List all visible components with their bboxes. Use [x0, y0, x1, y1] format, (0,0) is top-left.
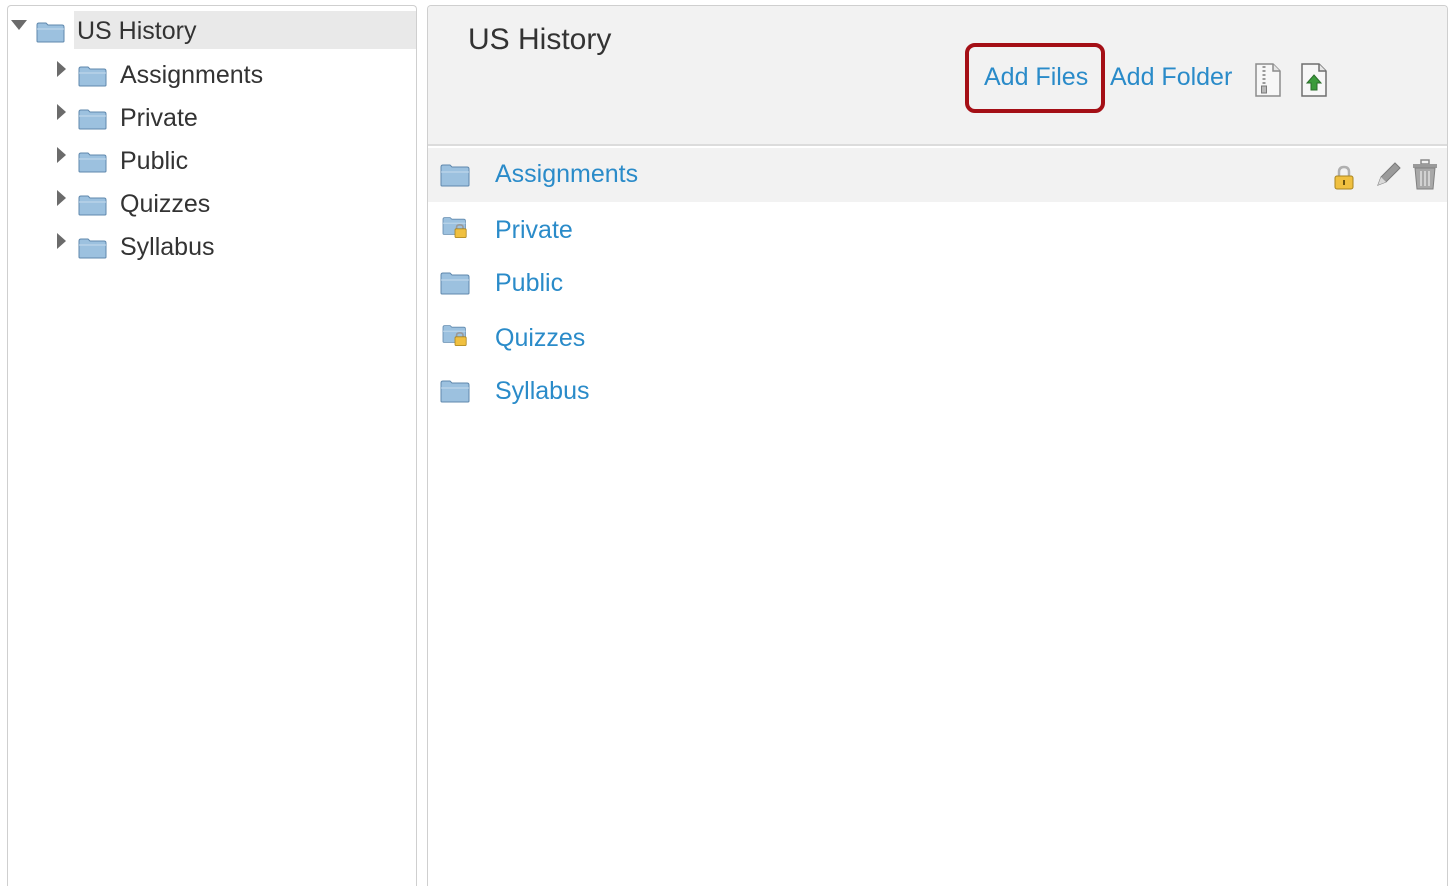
folder-content-panel: US History Add Files Add Folder Assignme… — [427, 5, 1448, 886]
list-item-label[interactable]: Syllabus — [495, 376, 590, 406]
tree-label-assignments: Assignments — [120, 61, 264, 89]
lock-icon[interactable] — [1333, 165, 1355, 191]
tree-node-assignments[interactable]: Assignments — [8, 56, 416, 94]
content-header: US History Add Files Add Folder — [428, 6, 1447, 146]
tree-label-quizzes: Quizzes — [120, 190, 211, 218]
folder-icon — [36, 22, 65, 43]
list-item-quizzes[interactable]: Quizzes — [428, 310, 1447, 364]
page-title: US History — [468, 23, 612, 56]
folder-icon — [78, 109, 107, 130]
folder-icon — [78, 66, 107, 87]
expand-arrow-right-icon[interactable] — [57, 190, 66, 206]
folder-icon — [440, 272, 470, 295]
list-item-label[interactable]: Assignments — [495, 159, 638, 189]
list-item-public[interactable]: Public — [428, 256, 1447, 310]
folder-icon — [440, 164, 470, 187]
tree-label-private: Private — [120, 104, 198, 132]
tree-node-syllabus[interactable]: Syllabus — [8, 228, 416, 266]
tree-node-quizzes[interactable]: Quizzes — [8, 185, 416, 223]
list-item-assignments[interactable]: Assignments — [428, 148, 1447, 202]
tree-node-private[interactable]: Private — [8, 99, 416, 137]
expand-arrow-right-icon[interactable] — [57, 147, 66, 163]
tree-label-public: Public — [120, 147, 189, 175]
list-item-label[interactable]: Public — [495, 268, 563, 298]
expand-arrow-right-icon[interactable] — [57, 104, 66, 120]
folder-icon — [78, 195, 107, 216]
list-item-label[interactable]: Private — [495, 215, 573, 245]
tree-label-us-history: US History — [77, 17, 197, 45]
add-folder-button[interactable]: Add Folder — [1110, 62, 1232, 92]
tree-node-us-history[interactable]: US History — [8, 6, 416, 52]
expand-arrow-right-icon[interactable] — [57, 61, 66, 77]
folder-icon — [78, 152, 107, 173]
expand-arrow-down-icon[interactable] — [11, 20, 27, 30]
add-files-button[interactable]: Add Files — [984, 62, 1088, 92]
tree-label-syllabus: Syllabus — [120, 233, 215, 261]
trash-icon[interactable] — [1411, 159, 1439, 191]
locked-folder-icon — [442, 217, 467, 238]
list-item-syllabus[interactable]: Syllabus — [428, 364, 1447, 418]
tree-node-public[interactable]: Public — [8, 142, 416, 180]
expand-arrow-right-icon[interactable] — [57, 233, 66, 249]
list-item-label[interactable]: Quizzes — [495, 323, 585, 353]
locked-folder-icon — [442, 325, 467, 346]
folder-tree-panel: US History Assignments Private Public Qu… — [7, 5, 417, 886]
zip-file-icon[interactable] — [1254, 63, 1282, 97]
upload-zip-icon[interactable] — [1300, 63, 1328, 97]
folder-icon — [78, 238, 107, 259]
list-item-private[interactable]: Private — [428, 202, 1447, 256]
folder-icon — [440, 380, 470, 403]
edit-pencil-icon[interactable] — [1373, 160, 1403, 190]
